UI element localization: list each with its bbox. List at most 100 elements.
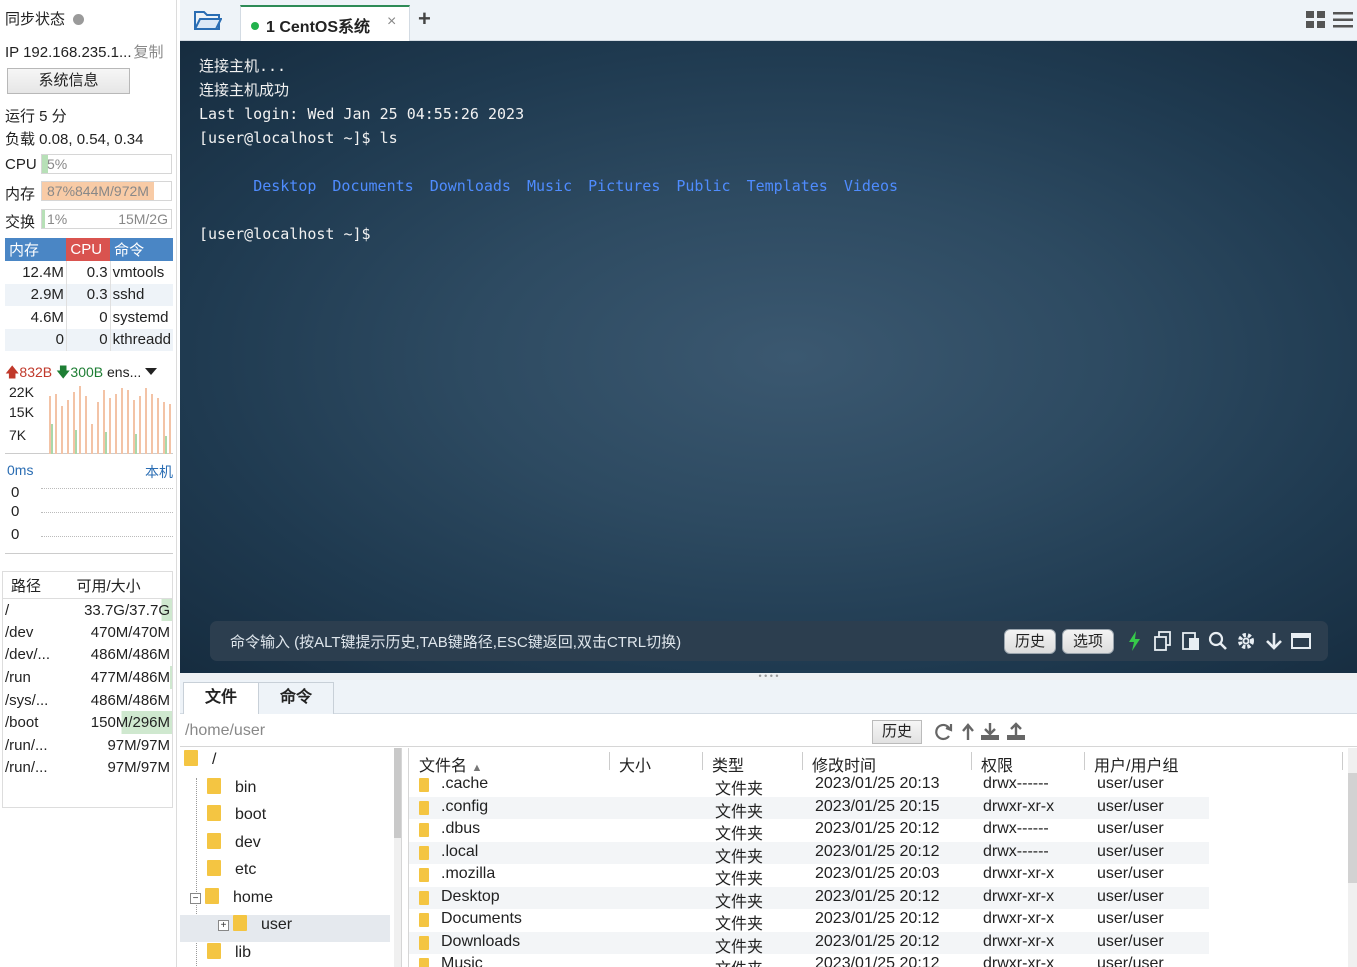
column-separator[interactable] [971, 752, 972, 770]
open-folder-icon[interactable] [194, 9, 222, 31]
swap-size: 15M/2G [118, 211, 168, 227]
download-icon[interactable] [980, 722, 1000, 742]
memory-value: 87%844M/972M [47, 183, 149, 199]
lightning-icon[interactable] [1124, 631, 1146, 651]
cpu-value: 5% [47, 156, 68, 172]
network-row[interactable]: 🡅832B 🡇300B ens... [5, 362, 158, 386]
column-name[interactable]: 文件名 ▲ [419, 752, 482, 776]
upload-icon[interactable] [1006, 722, 1026, 742]
process-row[interactable]: 2.9M 0.3 sshd [5, 283, 173, 306]
file-row[interactable]: .mozilla 文件夹 2023/01/25 20:03 drwxr-xr-x use… [409, 864, 1209, 888]
disk-row[interactable]: /dev 470M/470M [3, 621, 173, 644]
layout-grid-icon[interactable] [1306, 11, 1326, 29]
tree-item[interactable]: − home [180, 887, 273, 915]
column-owner[interactable]: 用户/用户组 [1094, 752, 1178, 776]
disk-header-path[interactable]: 路径 [2, 571, 69, 599]
disk-row[interactable]: /dev/... 486M/486M [3, 644, 173, 667]
column-separator[interactable] [802, 752, 803, 770]
column-separator[interactable] [609, 752, 610, 770]
tree-expander-icon[interactable]: − [190, 892, 201, 904]
folder-icon [419, 868, 429, 882]
add-tab-button[interactable]: + [418, 6, 431, 32]
path-input[interactable] [185, 722, 865, 740]
disk-table: 路径 可用/大小 / 33.7G/37.7G/dev 470M/470M/dev/.… [2, 571, 173, 808]
tree-expander-icon[interactable]: + [218, 920, 229, 931]
menu-icon[interactable] [1333, 11, 1353, 29]
file-row[interactable]: Documents 文件夹 2023/01/25 20:12 drwxr-xr-x us… [409, 909, 1209, 933]
disk-row[interactable]: /boot 150M/296M [3, 711, 173, 735]
sync-status: 同步状态 [5, 8, 85, 29]
go-up-icon[interactable] [958, 722, 978, 742]
tree-scrollbar-thumb[interactable] [394, 748, 401, 838]
process-command: vmtools [110, 261, 173, 284]
file-list-scrollbar-thumb[interactable] [1348, 773, 1357, 883]
swap-meter: 1% 15M/2G [41, 209, 172, 229]
options-button[interactable]: 选项 [1062, 629, 1114, 654]
tree-item[interactable]: boot [180, 805, 266, 832]
terminal[interactable]: 连接主机... 连接主机成功 Last login: Wed Jan 25 04… [180, 41, 1357, 673]
arrow-down-icon[interactable] [1263, 631, 1285, 651]
tree-item[interactable]: + user [180, 915, 390, 942]
disk-row[interactable]: /sys/... 486M/486M [3, 689, 173, 712]
file-row[interactable]: Desktop 文件夹 2023/01/25 20:12 drwxr-xr-x user… [409, 886, 1209, 911]
tree-item[interactable]: dev [180, 832, 261, 860]
disk-row[interactable]: /run/... 97M/97M [3, 757, 173, 780]
file-panel-tabs: 文件 命令 [180, 680, 1357, 714]
tab-files[interactable]: 文件 [183, 682, 259, 714]
file-row[interactable]: Downloads 文件夹 2023/01/25 20:12 drwxr-xr-x us… [409, 931, 1209, 956]
ping-latency: 0ms [7, 462, 34, 478]
disk-row[interactable]: / 33.7G/37.7G [3, 598, 173, 622]
gear-icon[interactable] [1235, 631, 1257, 651]
window-icon[interactable] [1290, 631, 1312, 651]
tree-item[interactable]: / [180, 750, 216, 777]
column-separator[interactable] [1342, 752, 1343, 770]
column-type[interactable]: 类型 [712, 752, 744, 776]
disk-path: /boot [5, 714, 39, 732]
upload-arrow-icon: 🡅 [5, 364, 20, 380]
system-info-button[interactable]: 系统信息 [7, 68, 130, 94]
column-separator[interactable] [702, 752, 703, 770]
process-row[interactable]: 12.4M 0.3 vmtools [5, 261, 173, 284]
upload-rate: 832B [19, 364, 53, 380]
ping-host[interactable]: 本机 [145, 462, 173, 482]
disk-row[interactable]: /run 477M/486M [3, 666, 173, 689]
tab-commands[interactable]: 命令 [258, 682, 334, 714]
column-size[interactable]: 大小 [619, 752, 651, 776]
process-header-command[interactable]: 命令 [110, 238, 173, 261]
folder-icon [207, 805, 221, 821]
column-permissions[interactable]: 权限 [981, 752, 1013, 776]
file-row[interactable]: .dbus 文件夹 2023/01/25 20:12 drwx------ user/u… [409, 819, 1209, 843]
tree-item[interactable]: bin [180, 777, 256, 805]
refresh-icon[interactable] [934, 722, 954, 742]
file-row[interactable]: .config 文件夹 2023/01/25 20:15 drwxr-xr-x user… [409, 796, 1209, 821]
panel-splitter[interactable]: • • • • [180, 672, 1357, 681]
disk-row[interactable]: /run/... 97M/97M [3, 734, 173, 757]
path-history-button[interactable]: 历史 [872, 720, 922, 744]
tree-item[interactable]: lib [180, 942, 251, 967]
column-separator[interactable] [1084, 752, 1085, 770]
copy-ip-link[interactable]: 复制 [134, 44, 164, 61]
paste-icon[interactable] [1180, 631, 1202, 651]
column-modified[interactable]: 修改时间 [812, 752, 876, 776]
session-tab[interactable]: 1 CentOS系统 × [240, 5, 410, 41]
process-row[interactable]: 4.6M 0 systemd [5, 306, 173, 329]
copy-icon[interactable] [1152, 631, 1174, 651]
file-row[interactable]: Music 文件夹 2023/01/25 20:12 drwxr-xr-x user/u… [409, 954, 1209, 967]
command-input[interactable]: 命令输入 (按ALT键提示历史,TAB键路径,ESC键返回,双击CTRL切换) [230, 631, 681, 652]
history-button[interactable]: 历史 [1004, 629, 1056, 654]
disk-header-size[interactable]: 可用/大小 [68, 571, 173, 599]
process-header-cpu[interactable]: CPU [66, 238, 111, 261]
disk-table-header: 路径 可用/大小 [2, 571, 173, 599]
process-row[interactable]: 0 0 kthreadd [5, 328, 173, 351]
process-header-memory[interactable]: 内存 [5, 238, 67, 261]
chevron-down-icon[interactable] [145, 368, 158, 375]
search-icon[interactable] [1207, 631, 1229, 651]
file-perm: drwxr-xr-x [983, 955, 1055, 967]
process-cpu: 0.3 [66, 283, 111, 306]
terminal-prompt: [user@localhost ~]$ [199, 225, 371, 243]
close-icon[interactable]: × [387, 13, 396, 31]
file-panel: • • • • 文件 命令 历史 / bin boot dev etc − home + use… [180, 672, 1357, 967]
tree-item[interactable]: etc [180, 860, 256, 887]
file-row[interactable]: .cache 文件夹 2023/01/25 20:13 drwx------ user/… [409, 774, 1209, 798]
file-row[interactable]: .local 文件夹 2023/01/25 20:12 drwx------ user/… [409, 841, 1209, 866]
